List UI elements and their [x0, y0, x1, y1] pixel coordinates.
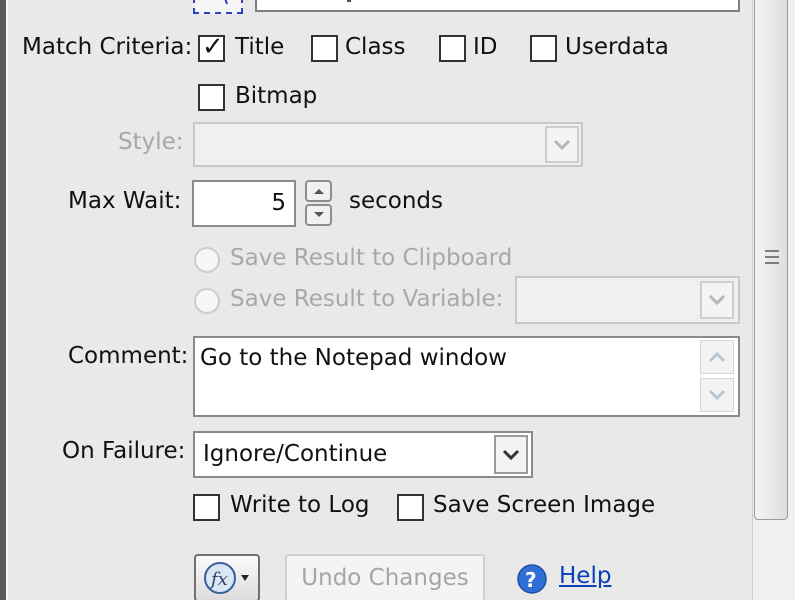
max-wait-decrement-button[interactable]	[305, 204, 332, 226]
match-criteria-label: Match Criteria:	[22, 34, 193, 60]
comment-textarea[interactable]: Go to the Notepad window	[193, 336, 740, 417]
comment-label: Comment:	[68, 343, 189, 369]
id-checkbox-label: ID	[473, 34, 498, 60]
on-failure-select[interactable]: Ignore/Continue	[193, 431, 533, 478]
max-wait-increment-button[interactable]	[305, 180, 332, 202]
text-fragment	[347, 0, 351, 2]
function-icon: fx	[204, 562, 249, 594]
id-checkbox[interactable]	[439, 35, 466, 62]
save-to-variable-label: Save Result to Variable:	[230, 286, 504, 312]
chevron-down-icon	[708, 294, 726, 306]
checkmark-icon: ✓	[202, 32, 224, 62]
chevron-up-icon	[708, 351, 726, 363]
max-wait-value: 5	[271, 190, 286, 216]
style-select[interactable]	[193, 122, 583, 167]
chevron-down-icon	[502, 449, 520, 460]
style-label: Style:	[118, 129, 184, 155]
chevron-up-icon	[313, 189, 324, 194]
chevron-down-icon	[313, 212, 324, 217]
on-failure-value: Ignore/Continue	[203, 441, 388, 467]
save-to-variable-radio[interactable]	[194, 288, 220, 314]
save-screen-image-checkbox[interactable]	[397, 494, 424, 521]
max-wait-unit: seconds	[349, 188, 444, 214]
write-to-log-checkbox[interactable]	[193, 494, 220, 521]
bitmap-checkbox[interactable]	[198, 84, 225, 111]
undo-changes-button[interactable]: Undo Changes	[285, 554, 485, 600]
scrollbar-grip-line	[765, 250, 779, 252]
help-icon[interactable]: ?	[516, 563, 548, 595]
comment-scroll-down-button[interactable]	[700, 378, 734, 412]
crosshair-icon	[224, 0, 228, 5]
window-title-input[interactable]	[255, 0, 740, 12]
comment-scroll-up-button[interactable]	[700, 340, 734, 374]
comment-value: Go to the Notepad window	[200, 345, 507, 371]
style-dropdown-button[interactable]	[545, 126, 579, 163]
userdata-checkbox[interactable]	[530, 35, 557, 62]
save-to-clipboard-label: Save Result to Clipboard	[230, 245, 513, 271]
chevron-down-icon	[708, 389, 726, 401]
bitmap-checkbox-label: Bitmap	[235, 83, 318, 109]
variable-dropdown-button[interactable]	[700, 281, 734, 319]
function-menu-button[interactable]: fx	[194, 554, 260, 600]
target-picker-button[interactable]	[193, 0, 243, 14]
title-checkbox-label: Title	[235, 34, 285, 60]
title-checkbox[interactable]: ✓	[198, 32, 225, 62]
class-checkbox[interactable]	[311, 35, 338, 62]
max-wait-label: Max Wait:	[68, 188, 182, 214]
chevron-down-icon	[553, 139, 571, 150]
window-frame-highlight	[6, 0, 8, 600]
scrollbar-grip-line	[765, 262, 779, 264]
class-checkbox-label: Class	[345, 34, 406, 60]
userdata-checkbox-label: Userdata	[565, 34, 669, 60]
save-to-clipboard-radio[interactable]	[194, 247, 220, 273]
on-failure-label: On Failure:	[62, 438, 186, 464]
svg-text:?: ?	[525, 568, 537, 592]
help-link[interactable]: Help	[559, 563, 611, 589]
on-failure-dropdown-button[interactable]	[494, 435, 528, 474]
scrollbar-grip-line	[765, 256, 779, 258]
svg-text:fx: fx	[209, 569, 228, 590]
write-to-log-label: Write to Log	[230, 492, 370, 518]
save-screen-image-label: Save Screen Image	[433, 492, 656, 518]
max-wait-input[interactable]: 5	[192, 180, 296, 227]
scrollbar-thumb[interactable]	[754, 0, 788, 520]
